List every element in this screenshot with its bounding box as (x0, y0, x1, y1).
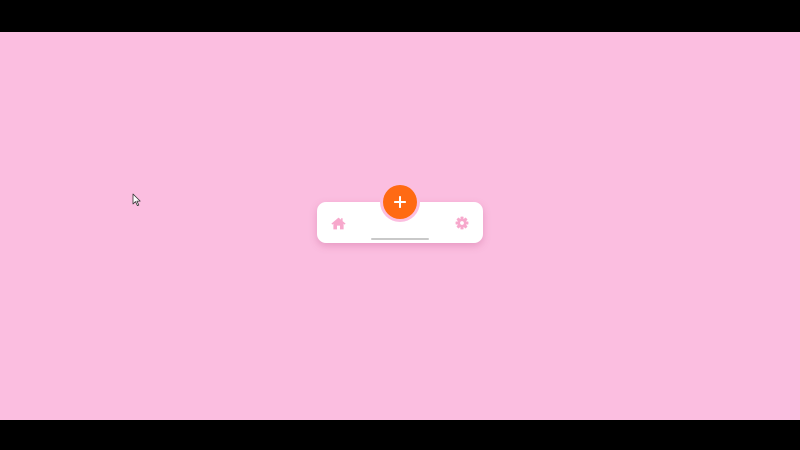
add-button[interactable] (383, 185, 417, 219)
home-icon (330, 217, 346, 229)
mouse-cursor-icon (132, 193, 141, 206)
gear-icon (455, 216, 469, 230)
bottom-letterbox-bar (0, 420, 800, 450)
page-background (0, 32, 800, 420)
plus-icon (394, 196, 406, 208)
nav-settings-button[interactable] (452, 213, 472, 233)
nav-home-button[interactable] (328, 213, 348, 233)
home-indicator (371, 238, 429, 240)
top-letterbox-bar (0, 0, 800, 32)
